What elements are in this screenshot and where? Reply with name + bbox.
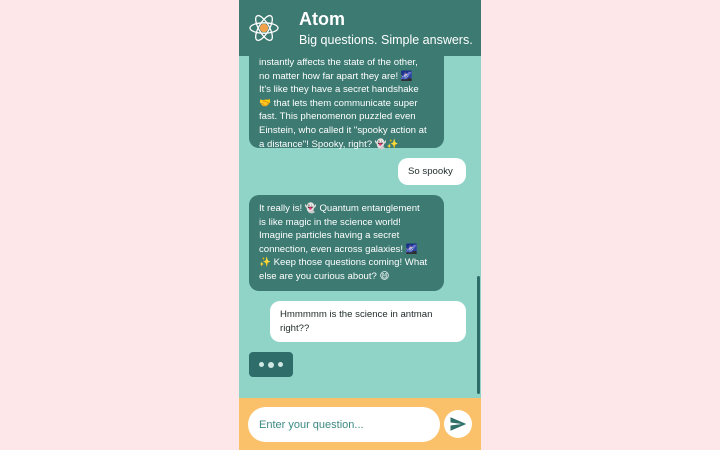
message-list[interactable]: instantly affects the state of the other… [239,56,481,398]
bot-message: It really is! 👻 Quantum entanglement is … [249,195,444,291]
chat-app-window: Atom Big questions. Simple answers. inst… [239,0,481,450]
header-titles: Atom Big questions. Simple answers. [299,9,473,48]
typing-dot [268,361,274,368]
question-input[interactable] [248,407,440,442]
bot-message: instantly affects the state of the other… [249,56,444,150]
send-button[interactable] [444,410,472,438]
typing-dot [278,362,283,367]
atom-icon [248,12,280,44]
app-header: Atom Big questions. Simple answers. [239,0,481,56]
user-message: So spooky [398,158,466,185]
typing-indicator [249,352,293,377]
chat-scrollbar[interactable] [477,276,480,394]
app-tagline: Big questions. Simple answers. [299,32,473,47]
send-icon [450,417,467,431]
app-title: Atom [299,8,345,29]
user-message: Hmmmmm is the science in antman right?? [270,301,466,342]
typing-dot [259,362,264,367]
composer-bar [239,398,481,450]
